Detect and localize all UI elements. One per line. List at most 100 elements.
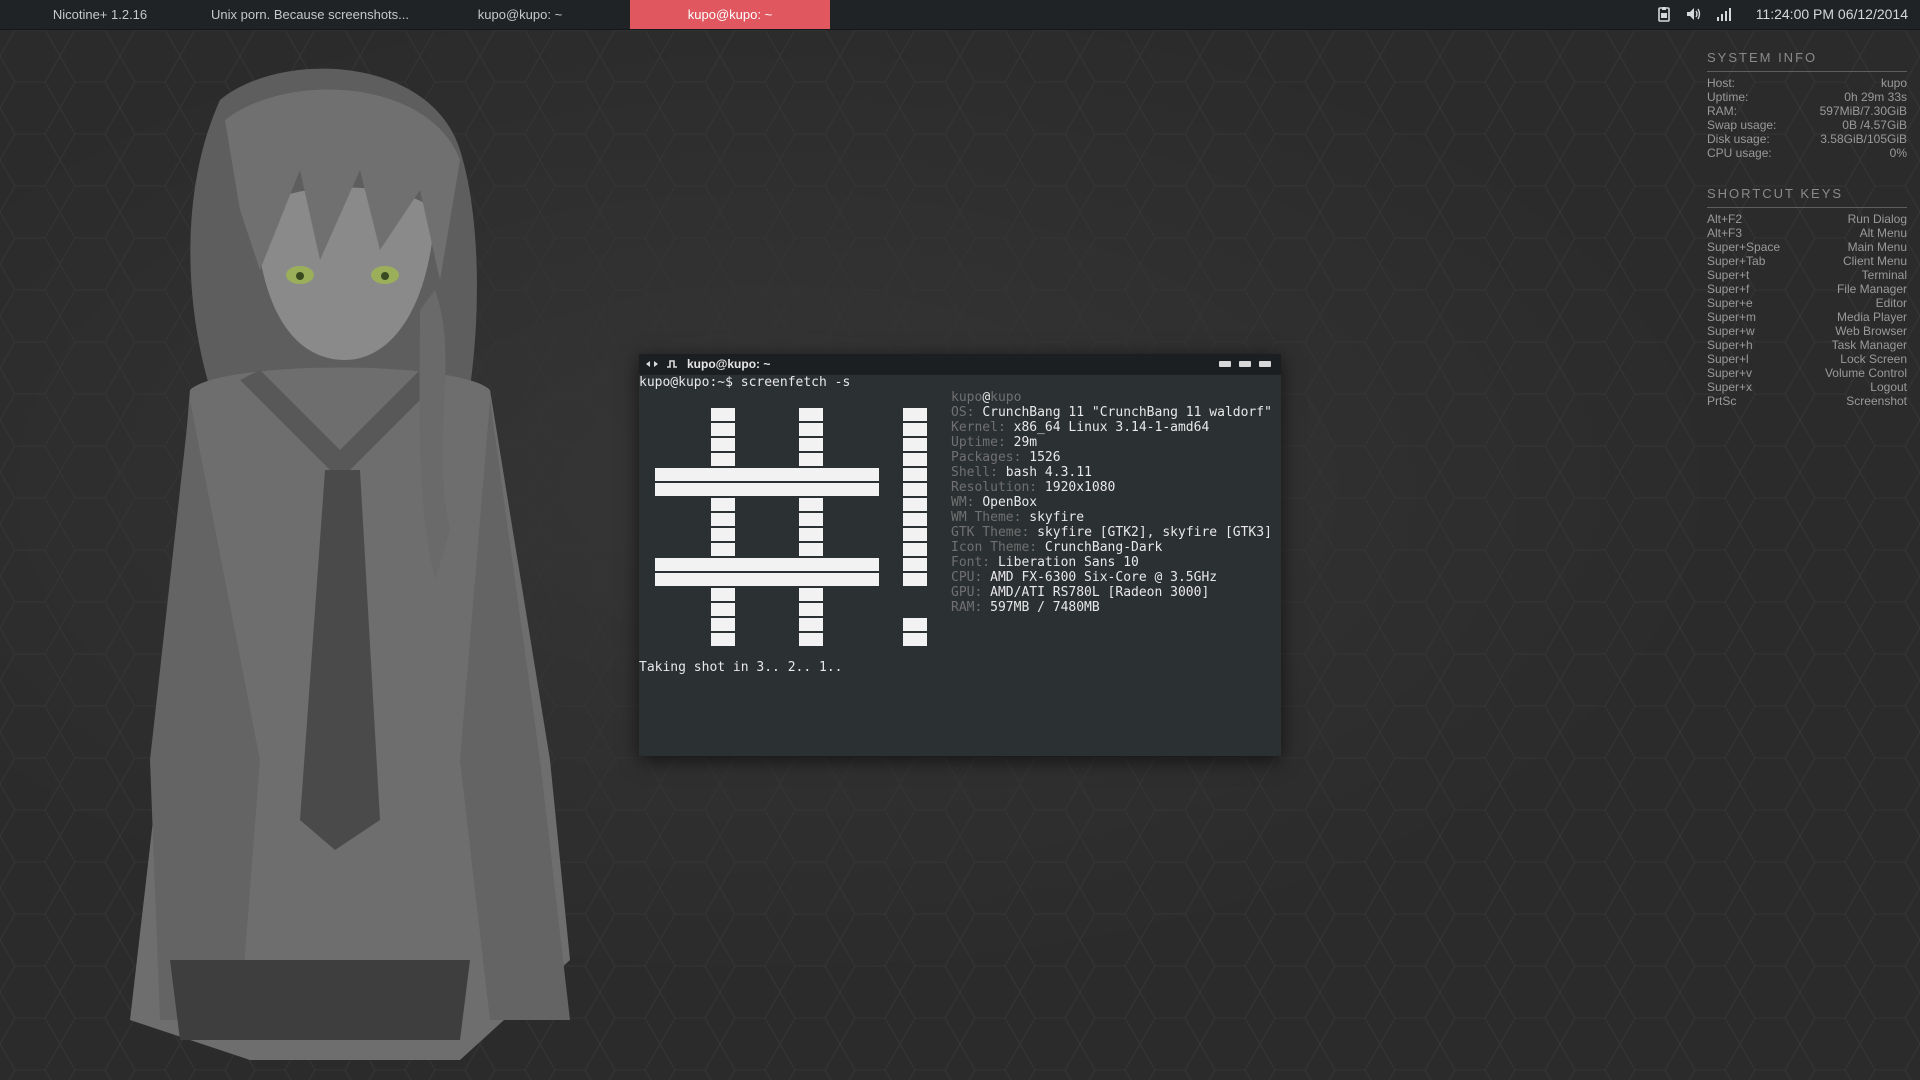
info-value: 1920x1080 <box>1044 480 1116 495</box>
conky-row: Disk usage: 3.58GiB/105GiB <box>1707 132 1907 146</box>
shortcut-row: Super+Space Main Menu <box>1707 240 1907 254</box>
shortcut-key: Super+v <box>1707 366 1753 380</box>
info-value: Liberation Sans 10 <box>997 555 1139 570</box>
info-line: Packages: 1526 <box>951 450 1061 465</box>
info-line: GPU: AMD/ATI RS780L [Radeon 3000] <box>951 585 1209 600</box>
info-key: GTK Theme: <box>951 525 1030 540</box>
shortcut-action: Media Player <box>1836 310 1907 324</box>
conky-label: Host: <box>1707 76 1736 90</box>
conky-system-info-title: SYSTEM INFO <box>1707 50 1907 72</box>
info-line: WM: OpenBox <box>951 495 1037 510</box>
iconify-button[interactable] <box>1219 361 1231 367</box>
taskbar-item-terminal-1[interactable]: kupo@kupo: ~ <box>420 0 620 29</box>
info-value: OpenBox <box>982 495 1038 510</box>
conky-value: 0% <box>1889 146 1907 160</box>
conky-label: Disk usage: <box>1707 132 1770 146</box>
info-key: Font: <box>951 555 991 570</box>
maximize-button[interactable] <box>1239 361 1251 367</box>
info-key: Packages: <box>951 450 1022 465</box>
conky-row: Uptime: 0h 29m 33s <box>1707 90 1907 104</box>
wallpaper-anime-girl <box>130 68 570 1060</box>
footer-line: Taking shot in 3.. 2.. 1.. <box>639 660 843 675</box>
info-user: kupo <box>951 390 983 405</box>
info-host: kupo <box>990 390 1022 405</box>
conky-label: RAM: <box>1707 104 1737 118</box>
shortcut-action: File Manager <box>1836 282 1907 296</box>
window-menu-icon[interactable] <box>645 358 659 370</box>
shortcut-row: Super+h Task Manager <box>1707 338 1907 352</box>
shortcut-row: Super+l Lock Screen <box>1707 352 1907 366</box>
taskbar-item-unixporn[interactable]: Unix porn. Because screenshots... <box>210 0 410 29</box>
shortcut-key: Super+m <box>1707 310 1757 324</box>
shortcut-key: Super+f <box>1707 282 1750 296</box>
info-key: RAM: <box>951 600 983 615</box>
shortcut-action: Web Browser <box>1835 324 1907 338</box>
clipboard-icon[interactable] <box>1656 6 1672 22</box>
shortcut-row: Super+m Media Player <box>1707 310 1907 324</box>
info-key: WM Theme: <box>951 510 1022 525</box>
shortcut-action: Screenshot <box>1846 394 1907 408</box>
shortcut-key: Alt+F3 <box>1707 226 1743 240</box>
shortcut-action: Client Menu <box>1842 254 1907 268</box>
userhost-line: kupo@kupo <box>951 390 1021 405</box>
info-line: CPU: AMD FX-6300 Six-Core @ 3.5GHz <box>951 570 1217 585</box>
terminal-titlebar[interactable]: kupo@kupo: ~ <box>639 354 1281 375</box>
shortcut-row: PrtSc Screenshot <box>1707 394 1907 408</box>
shortcut-key: Alt+F2 <box>1707 212 1743 226</box>
conky-widget: SYSTEM INFO Host: kupo Uptime: 0h 29m 33s … <box>1707 50 1907 408</box>
taskbar-item-nicotine[interactable]: Nicotine+ 1.2.16 <box>0 0 200 29</box>
shortcut-key: PrtSc <box>1707 394 1737 408</box>
info-line: Resolution: 1920x1080 <box>951 480 1115 495</box>
shortcut-key: Super+h <box>1707 338 1753 352</box>
shortcut-action: Main Menu <box>1847 240 1907 254</box>
info-value: CrunchBang-Dark <box>1044 540 1163 555</box>
info-value: AMD/ATI RS780L [Radeon 3000] <box>990 585 1210 600</box>
info-value: bash 4.3.11 <box>1005 465 1092 480</box>
info-value: 597MB / 7480MB <box>990 600 1100 615</box>
signal-icon[interactable] <box>1716 6 1732 22</box>
info-line: WM Theme: skyfire <box>951 510 1084 525</box>
shortcut-row: Super+f File Manager <box>1707 282 1907 296</box>
info-line: Shell: bash 4.3.11 <box>951 465 1092 480</box>
info-key: Kernel: <box>951 420 1006 435</box>
shortcut-key: Super+l <box>1707 352 1749 366</box>
top-panel: Nicotine+ 1.2.16 Unix porn. Because scre… <box>0 0 1920 30</box>
shortcut-row: Super+w Web Browser <box>1707 324 1907 338</box>
info-key: CPU: <box>951 570 983 585</box>
volume-icon[interactable] <box>1686 6 1702 22</box>
shortcut-action: Logout <box>1870 380 1907 394</box>
terminal-title: kupo@kupo: ~ <box>687 357 771 371</box>
shortcut-key: Super+w <box>1707 324 1755 338</box>
info-value: AMD FX-6300 Six-Core @ 3.5GHz <box>990 570 1218 585</box>
info-key: GPU: <box>951 585 983 600</box>
crunchbang-logo-icon <box>655 408 927 648</box>
shortcut-row: Alt+F3 Alt Menu <box>1707 226 1907 240</box>
shortcut-key: Super+Tab <box>1707 254 1766 268</box>
panel-clock[interactable]: 11:24:00 PM 06/12/2014 <box>1756 0 1908 29</box>
info-line: Uptime: 29m <box>951 435 1037 450</box>
shortcut-key: Super+t <box>1707 268 1750 282</box>
shortcut-key: Super+e <box>1707 296 1753 310</box>
info-at: @ <box>982 390 991 405</box>
close-button[interactable] <box>1259 361 1271 367</box>
shortcut-action: Volume Control <box>1824 366 1907 380</box>
info-key: WM: <box>951 495 975 510</box>
shortcut-row: Super+v Volume Control <box>1707 366 1907 380</box>
shortcut-key: Super+Space <box>1707 240 1781 254</box>
send-to-desktop-icon[interactable] <box>665 358 679 370</box>
conky-label: Swap usage: <box>1707 118 1777 132</box>
conky-value: kupo <box>1880 76 1907 90</box>
conky-row: Swap usage: 0B /4.57GiB <box>1707 118 1907 132</box>
info-line: Icon Theme: CrunchBang-Dark <box>951 540 1162 555</box>
shortcut-row: Super+x Logout <box>1707 380 1907 394</box>
info-line: GTK Theme: skyfire [GTK2], skyfire [GTK3… <box>951 525 1272 540</box>
info-value: skyfire [GTK2], skyfire [GTK3] <box>1037 525 1272 540</box>
prompt-line: kupo@kupo:~$ screenfetch -s <box>639 375 851 390</box>
info-value: 1526 <box>1029 450 1061 465</box>
info-line: Font: Liberation Sans 10 <box>951 555 1139 570</box>
taskbar-item-terminal-2[interactable]: kupo@kupo: ~ <box>630 0 830 29</box>
info-line: RAM: 597MB / 7480MB <box>951 600 1100 615</box>
conky-value: 597MiB/7.30GiB <box>1819 104 1907 118</box>
shortcut-action: Run Dialog <box>1847 212 1907 226</box>
info-key: Icon Theme: <box>951 540 1038 555</box>
